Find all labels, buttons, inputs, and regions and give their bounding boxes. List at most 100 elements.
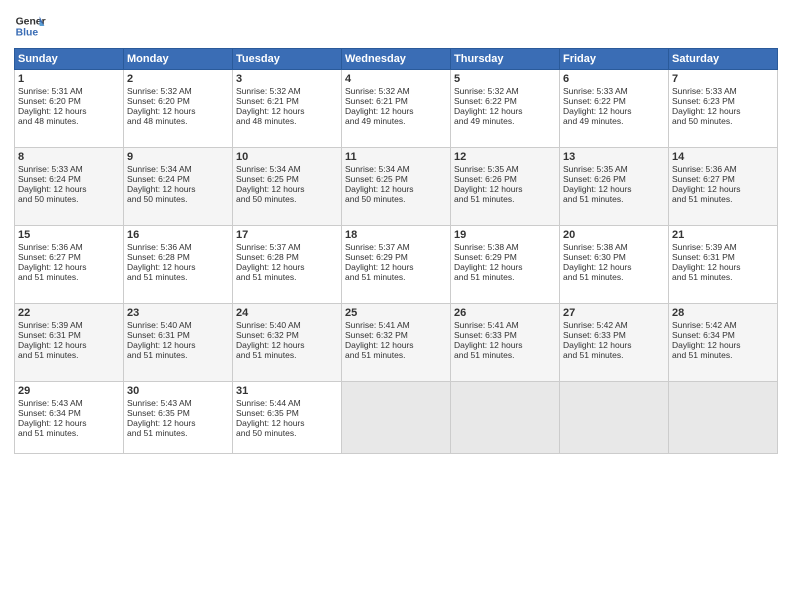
day-header-friday: Friday xyxy=(560,49,669,70)
calendar-cell: 5Sunrise: 5:32 AMSunset: 6:22 PMDaylight… xyxy=(451,70,560,148)
day-header-sunday: Sunday xyxy=(15,49,124,70)
sunset: Sunset: 6:29 PM xyxy=(454,252,517,262)
daylight: Daylight: 12 hours xyxy=(127,184,196,194)
day-number: 25 xyxy=(345,307,447,319)
day-number: 9 xyxy=(127,151,229,163)
daylight-mins: and 50 minutes. xyxy=(127,194,187,204)
sunset: Sunset: 6:33 PM xyxy=(454,330,517,340)
daylight: Daylight: 12 hours xyxy=(563,184,632,194)
daylight: Daylight: 12 hours xyxy=(454,262,523,272)
calendar-cell: 20Sunrise: 5:38 AMSunset: 6:30 PMDayligh… xyxy=(560,226,669,304)
sunset: Sunset: 6:34 PM xyxy=(18,408,81,418)
daylight: Daylight: 12 hours xyxy=(672,184,741,194)
daylight: Daylight: 12 hours xyxy=(563,340,632,350)
daylight: Daylight: 12 hours xyxy=(454,340,523,350)
sunset: Sunset: 6:27 PM xyxy=(18,252,81,262)
daylight-mins: and 51 minutes. xyxy=(127,350,187,360)
day-number: 20 xyxy=(563,229,665,241)
day-header-wednesday: Wednesday xyxy=(342,49,451,70)
daylight-mins: and 49 minutes. xyxy=(563,116,623,126)
calendar-cell xyxy=(451,382,560,454)
daylight-mins: and 51 minutes. xyxy=(563,350,623,360)
sunset: Sunset: 6:23 PM xyxy=(672,96,735,106)
week-row-3: 15Sunrise: 5:36 AMSunset: 6:27 PMDayligh… xyxy=(15,226,778,304)
day-number: 21 xyxy=(672,229,774,241)
daylight-mins: and 50 minutes. xyxy=(672,116,732,126)
calendar-cell: 30Sunrise: 5:43 AMSunset: 6:35 PMDayligh… xyxy=(124,382,233,454)
sunrise: Sunrise: 5:35 AM xyxy=(454,164,519,174)
daylight-mins: and 49 minutes. xyxy=(345,116,405,126)
day-number: 16 xyxy=(127,229,229,241)
daylight-mins: and 51 minutes. xyxy=(672,194,732,204)
calendar-cell: 24Sunrise: 5:40 AMSunset: 6:32 PMDayligh… xyxy=(233,304,342,382)
daylight-mins: and 48 minutes. xyxy=(236,116,296,126)
calendar-cell: 17Sunrise: 5:37 AMSunset: 6:28 PMDayligh… xyxy=(233,226,342,304)
day-number: 2 xyxy=(127,73,229,85)
sunset: Sunset: 6:20 PM xyxy=(127,96,190,106)
sunrise: Sunrise: 5:38 AM xyxy=(454,242,519,252)
sunset: Sunset: 6:25 PM xyxy=(345,174,408,184)
sunrise: Sunrise: 5:34 AM xyxy=(127,164,192,174)
sunset: Sunset: 6:20 PM xyxy=(18,96,81,106)
calendar-cell: 15Sunrise: 5:36 AMSunset: 6:27 PMDayligh… xyxy=(15,226,124,304)
day-header-saturday: Saturday xyxy=(669,49,778,70)
calendar-cell: 6Sunrise: 5:33 AMSunset: 6:22 PMDaylight… xyxy=(560,70,669,148)
sunset: Sunset: 6:22 PM xyxy=(563,96,626,106)
sunset: Sunset: 6:33 PM xyxy=(563,330,626,340)
sunset: Sunset: 6:21 PM xyxy=(345,96,408,106)
sunrise: Sunrise: 5:37 AM xyxy=(345,242,410,252)
daylight-mins: and 50 minutes. xyxy=(18,194,78,204)
daylight-mins: and 51 minutes. xyxy=(18,272,78,282)
day-number: 23 xyxy=(127,307,229,319)
calendar-cell: 26Sunrise: 5:41 AMSunset: 6:33 PMDayligh… xyxy=(451,304,560,382)
daylight: Daylight: 12 hours xyxy=(236,340,305,350)
daylight-mins: and 51 minutes. xyxy=(127,272,187,282)
calendar-cell: 23Sunrise: 5:40 AMSunset: 6:31 PMDayligh… xyxy=(124,304,233,382)
calendar-cell: 22Sunrise: 5:39 AMSunset: 6:31 PMDayligh… xyxy=(15,304,124,382)
sunrise: Sunrise: 5:34 AM xyxy=(236,164,301,174)
daylight-mins: and 50 minutes. xyxy=(236,428,296,438)
sunset: Sunset: 6:27 PM xyxy=(672,174,735,184)
calendar-cell: 7Sunrise: 5:33 AMSunset: 6:23 PMDaylight… xyxy=(669,70,778,148)
day-number: 14 xyxy=(672,151,774,163)
daylight-mins: and 51 minutes. xyxy=(345,272,405,282)
daylight: Daylight: 12 hours xyxy=(345,184,414,194)
daylight: Daylight: 12 hours xyxy=(127,262,196,272)
calendar-cell: 29Sunrise: 5:43 AMSunset: 6:34 PMDayligh… xyxy=(15,382,124,454)
day-number: 6 xyxy=(563,73,665,85)
daylight: Daylight: 12 hours xyxy=(127,418,196,428)
daylight-mins: and 49 minutes. xyxy=(454,116,514,126)
sunrise: Sunrise: 5:40 AM xyxy=(236,320,301,330)
daylight: Daylight: 12 hours xyxy=(127,340,196,350)
daylight: Daylight: 12 hours xyxy=(454,184,523,194)
daylight: Daylight: 12 hours xyxy=(236,184,305,194)
sunrise: Sunrise: 5:41 AM xyxy=(454,320,519,330)
sunrise: Sunrise: 5:38 AM xyxy=(563,242,628,252)
daylight-mins: and 48 minutes. xyxy=(127,116,187,126)
day-number: 17 xyxy=(236,229,338,241)
sunrise: Sunrise: 5:32 AM xyxy=(454,86,519,96)
calendar-cell: 11Sunrise: 5:34 AMSunset: 6:25 PMDayligh… xyxy=(342,148,451,226)
daylight-mins: and 51 minutes. xyxy=(18,350,78,360)
svg-text:Blue: Blue xyxy=(16,28,39,39)
sunrise: Sunrise: 5:33 AM xyxy=(672,86,737,96)
calendar-cell xyxy=(669,382,778,454)
calendar-cell: 28Sunrise: 5:42 AMSunset: 6:34 PMDayligh… xyxy=(669,304,778,382)
day-number: 7 xyxy=(672,73,774,85)
day-number: 3 xyxy=(236,73,338,85)
week-row-4: 22Sunrise: 5:39 AMSunset: 6:31 PMDayligh… xyxy=(15,304,778,382)
calendar-cell: 12Sunrise: 5:35 AMSunset: 6:26 PMDayligh… xyxy=(451,148,560,226)
sunset: Sunset: 6:32 PM xyxy=(345,330,408,340)
daylight: Daylight: 12 hours xyxy=(127,106,196,116)
day-number: 10 xyxy=(236,151,338,163)
sunset: Sunset: 6:30 PM xyxy=(563,252,626,262)
sunrise: Sunrise: 5:39 AM xyxy=(18,320,83,330)
daylight: Daylight: 12 hours xyxy=(236,418,305,428)
sunrise: Sunrise: 5:33 AM xyxy=(18,164,83,174)
sunrise: Sunrise: 5:31 AM xyxy=(18,86,83,96)
sunrise: Sunrise: 5:43 AM xyxy=(18,398,83,408)
calendar-cell: 4Sunrise: 5:32 AMSunset: 6:21 PMDaylight… xyxy=(342,70,451,148)
daylight: Daylight: 12 hours xyxy=(454,106,523,116)
daylight-mins: and 48 minutes. xyxy=(18,116,78,126)
sunrise: Sunrise: 5:39 AM xyxy=(672,242,737,252)
